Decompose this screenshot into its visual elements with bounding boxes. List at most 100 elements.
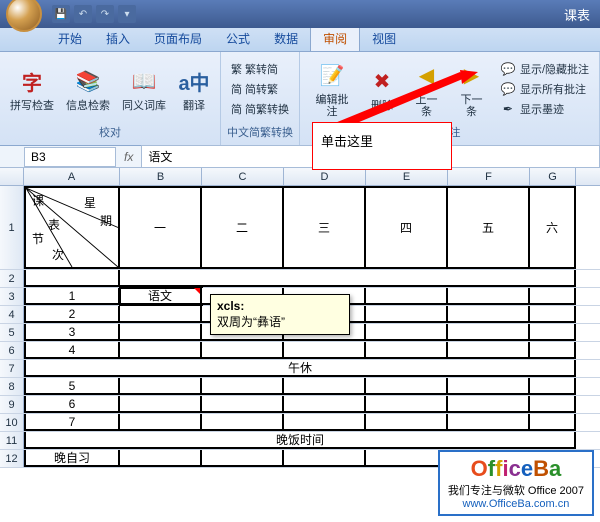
cell[interactable]: [366, 378, 448, 395]
cell[interactable]: [120, 306, 202, 323]
merged-cell[interactable]: [120, 270, 576, 287]
col-header-b[interactable]: B: [120, 168, 202, 185]
cell[interactable]: [120, 378, 202, 395]
row-header[interactable]: 10: [0, 414, 24, 431]
cell[interactable]: [366, 342, 448, 359]
col-header-e[interactable]: E: [366, 168, 448, 185]
cell[interactable]: [448, 324, 530, 341]
show-hide-comment-button[interactable]: 💬显示/隐藏批注: [496, 60, 593, 78]
cell[interactable]: [202, 396, 284, 413]
merged-cell[interactable]: 午休: [24, 360, 576, 377]
cell[interactable]: [202, 414, 284, 431]
translate-button[interactable]: a中 翻译: [174, 64, 214, 114]
tab-home[interactable]: 开始: [46, 26, 94, 51]
tab-formulas[interactable]: 公式: [214, 26, 262, 51]
cell[interactable]: [530, 324, 576, 341]
cell[interactable]: 三: [284, 186, 366, 269]
cell[interactable]: [366, 324, 448, 341]
fx-icon[interactable]: fx: [116, 150, 141, 164]
qat-save[interactable]: 💾: [52, 5, 70, 23]
cell[interactable]: [366, 450, 448, 467]
cell[interactable]: 1: [24, 288, 120, 305]
row-header[interactable]: 5: [0, 324, 24, 341]
cell[interactable]: [284, 396, 366, 413]
cell[interactable]: 4: [24, 342, 120, 359]
cell[interactable]: [530, 396, 576, 413]
row-header[interactable]: 8: [0, 378, 24, 395]
cell[interactable]: [366, 288, 448, 305]
cell[interactable]: [202, 450, 284, 467]
select-all-corner[interactable]: [0, 168, 24, 185]
cell[interactable]: [530, 378, 576, 395]
tab-view[interactable]: 视图: [360, 26, 408, 51]
cell[interactable]: [366, 396, 448, 413]
cell[interactable]: 一: [120, 186, 202, 269]
office-button[interactable]: [6, 0, 42, 32]
cell[interactable]: [284, 378, 366, 395]
cell[interactable]: [448, 396, 530, 413]
cell[interactable]: [448, 414, 530, 431]
qat-dropdown[interactable]: ▾: [118, 5, 136, 23]
cell[interactable]: 3: [24, 324, 120, 341]
cell[interactable]: [120, 324, 202, 341]
cell[interactable]: 二: [202, 186, 284, 269]
show-all-comments-button[interactable]: 💬显示所有批注: [496, 80, 593, 98]
chinese-convert-button[interactable]: 简 简繁转换: [227, 100, 293, 118]
simp-to-trad-button[interactable]: 繁 繁转简: [227, 60, 293, 78]
row-header[interactable]: 2: [0, 270, 24, 287]
cell[interactable]: [284, 414, 366, 431]
cell[interactable]: [24, 270, 120, 287]
tab-pagelayout[interactable]: 页面布局: [142, 26, 214, 51]
cell[interactable]: [120, 450, 202, 467]
cell[interactable]: [366, 414, 448, 431]
cell[interactable]: 7: [24, 414, 120, 431]
row-header[interactable]: 9: [0, 396, 24, 413]
cell[interactable]: [530, 342, 576, 359]
cell[interactable]: [120, 342, 202, 359]
tab-review[interactable]: 审阅: [310, 25, 360, 51]
cell[interactable]: [120, 396, 202, 413]
comment-popup[interactable]: xcls: 双周为“彝语”: [210, 294, 350, 335]
tab-insert[interactable]: 插入: [94, 26, 142, 51]
qat-redo[interactable]: ↷: [96, 5, 114, 23]
cell[interactable]: [120, 414, 202, 431]
cell[interactable]: 五: [448, 186, 530, 269]
tab-data[interactable]: 数据: [262, 26, 310, 51]
cell[interactable]: 晚自习: [24, 450, 120, 467]
cell[interactable]: 六: [530, 186, 576, 269]
col-header-f[interactable]: F: [448, 168, 530, 185]
merged-cell[interactable]: 晚饭时间: [24, 432, 576, 449]
cell[interactable]: [202, 342, 284, 359]
col-header-g[interactable]: G: [530, 168, 576, 185]
cell[interactable]: [448, 306, 530, 323]
cell[interactable]: 四: [366, 186, 448, 269]
row-header[interactable]: 1: [0, 186, 24, 269]
spell-check-button[interactable]: 字 拼写检查: [6, 64, 58, 114]
row-header[interactable]: 11: [0, 432, 24, 449]
cell[interactable]: [284, 450, 366, 467]
cell[interactable]: [448, 288, 530, 305]
research-button[interactable]: 📚 信息检索: [62, 64, 114, 114]
row-header[interactable]: 3: [0, 288, 24, 305]
cell[interactable]: [448, 378, 530, 395]
name-box[interactable]: B3: [24, 147, 116, 167]
trad-to-simp-button[interactable]: 简 简转繁: [227, 80, 293, 98]
col-header-d[interactable]: D: [284, 168, 366, 185]
cell[interactable]: [530, 414, 576, 431]
row-header[interactable]: 12: [0, 450, 24, 467]
cell[interactable]: [366, 306, 448, 323]
thesaurus-button[interactable]: 📖 同义词库: [118, 64, 170, 114]
cell[interactable]: [530, 288, 576, 305]
cell[interactable]: [530, 306, 576, 323]
row-header[interactable]: 4: [0, 306, 24, 323]
cell[interactable]: 5: [24, 378, 120, 395]
row-header[interactable]: 6: [0, 342, 24, 359]
col-header-c[interactable]: C: [202, 168, 284, 185]
col-header-a[interactable]: A: [24, 168, 120, 185]
cell[interactable]: 6: [24, 396, 120, 413]
diagonal-header-cell[interactable]: 课 星 表 期 节 次: [24, 186, 120, 269]
cell[interactable]: [448, 342, 530, 359]
selected-cell[interactable]: 语文: [120, 288, 202, 305]
row-header[interactable]: 7: [0, 360, 24, 377]
show-ink-button[interactable]: ✒显示墨迹: [496, 100, 593, 118]
